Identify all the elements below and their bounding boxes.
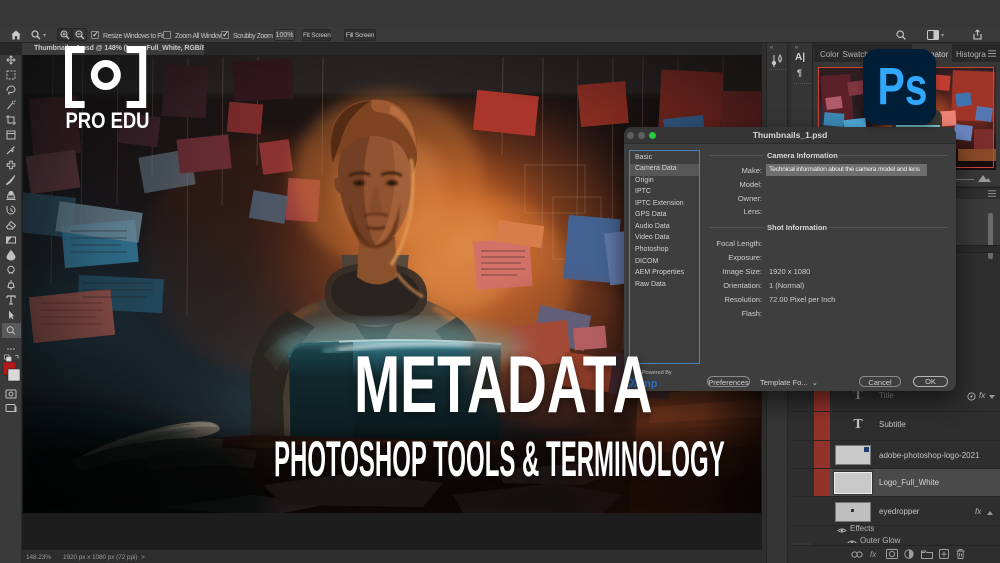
svg-text:Ps: Ps: [878, 58, 928, 117]
svg-text:PRO EDU: PRO EDU: [66, 108, 150, 133]
